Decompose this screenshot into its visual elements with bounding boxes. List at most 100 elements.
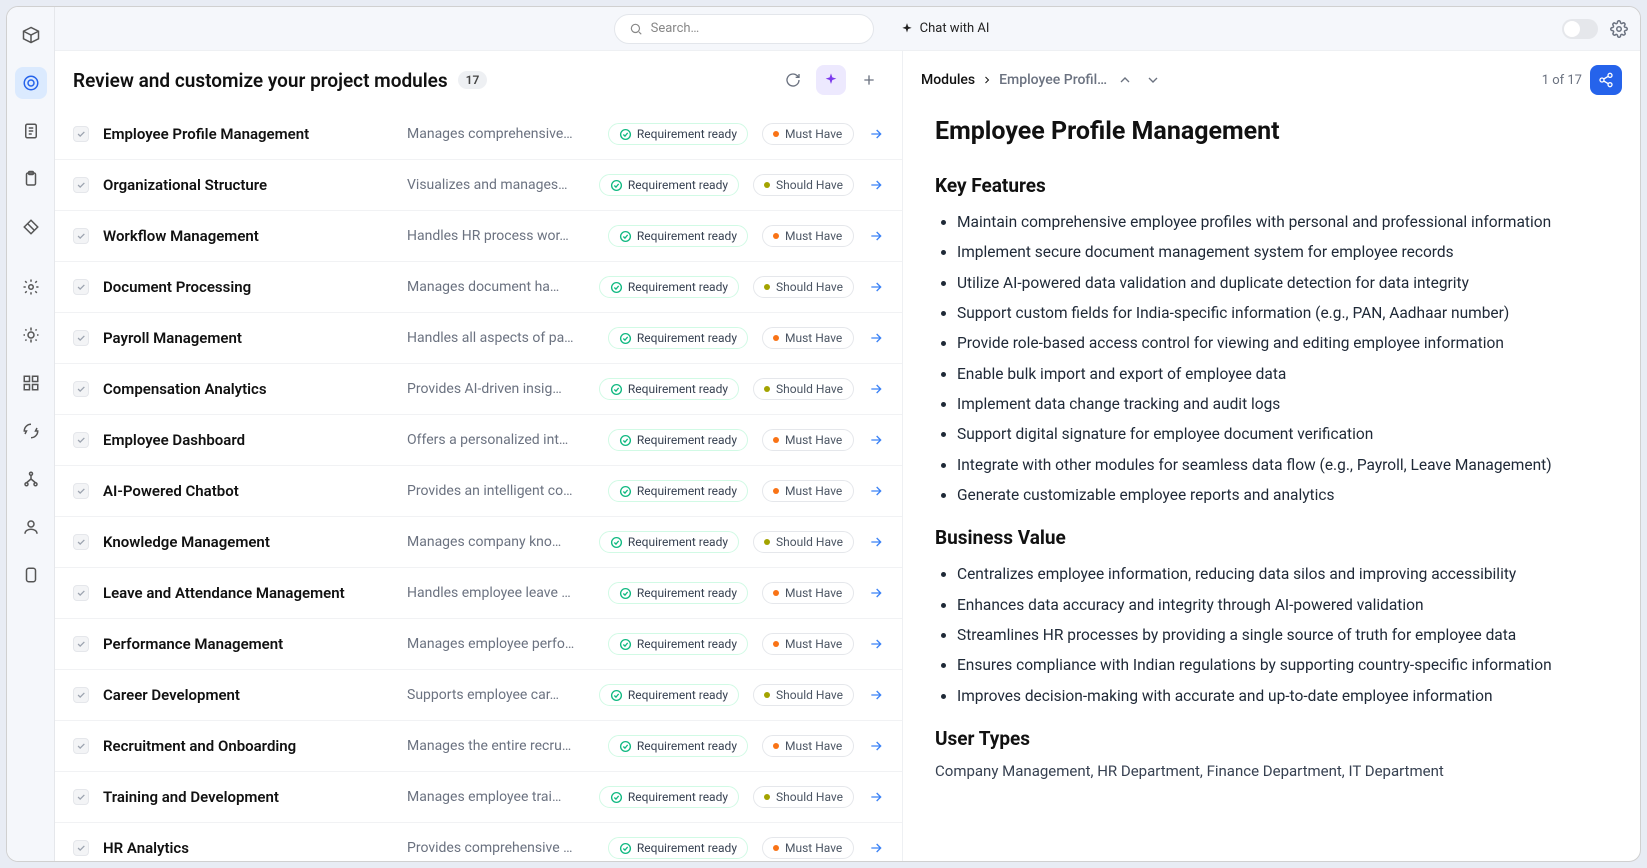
list-item: Implement data change tracking and audit… — [957, 391, 1608, 417]
section-list: Centralizes employee information, reduci… — [935, 561, 1608, 709]
priority-badge: Must Have — [762, 837, 854, 859]
gear-icon — [1610, 20, 1628, 38]
module-row[interactable]: Payroll ManagementHandles all aspects of… — [55, 313, 902, 364]
status-badge: Requirement ready — [599, 378, 739, 400]
checkbox[interactable] — [73, 840, 89, 856]
module-desc: Manages company kno… — [407, 534, 585, 550]
module-row[interactable]: Compensation AnalyticsProvides AI-driven… — [55, 364, 902, 415]
checkbox[interactable] — [73, 228, 89, 244]
sidebar-item-user[interactable] — [15, 511, 47, 543]
open-module-button[interactable] — [868, 228, 884, 244]
section-heading: Business Value — [935, 526, 1608, 549]
open-module-button[interactable] — [868, 840, 884, 856]
list-item: Ensures compliance with Indian regulatio… — [957, 652, 1608, 678]
priority-badge: Must Have — [762, 123, 854, 145]
sidebar-item-settings[interactable] — [15, 271, 47, 303]
module-row[interactable]: Performance ManagementManages employee p… — [55, 619, 902, 670]
open-module-button[interactable] — [868, 279, 884, 295]
app-frame: Search… Chat with AI Review and customiz… — [6, 6, 1641, 862]
add-module-button[interactable] — [854, 65, 884, 95]
module-name: Performance Management — [103, 635, 393, 653]
status-badge: Requirement ready — [608, 837, 748, 859]
checkbox[interactable] — [73, 687, 89, 703]
checkbox[interactable] — [73, 534, 89, 550]
module-desc: Manages employee trai… — [407, 789, 585, 805]
priority-badge: Should Have — [753, 378, 854, 400]
sidebar-item-modules[interactable] — [15, 67, 47, 99]
open-module-button[interactable] — [868, 636, 884, 652]
logo-icon[interactable] — [15, 19, 47, 51]
ai-generate-button[interactable] — [816, 65, 846, 95]
open-module-button[interactable] — [868, 381, 884, 397]
module-desc: Provides AI-driven insig… — [407, 381, 585, 397]
sidebar-item-automation[interactable] — [15, 415, 47, 447]
open-module-button[interactable] — [868, 330, 884, 346]
checkbox[interactable] — [73, 585, 89, 601]
checkbox[interactable] — [73, 381, 89, 397]
module-row[interactable]: Document ProcessingManages document ha…R… — [55, 262, 902, 313]
open-module-button[interactable] — [868, 687, 884, 703]
checkbox[interactable] — [73, 279, 89, 295]
checkbox[interactable] — [73, 126, 89, 142]
module-desc: Handles employee leave … — [407, 585, 594, 601]
list-item: Generate customizable employee reports a… — [957, 482, 1608, 508]
module-row[interactable]: Training and Development Manages employee… — [55, 772, 902, 823]
module-row[interactable]: HR AnalyticsProvides comprehensive …Requ… — [55, 823, 902, 861]
checkbox[interactable] — [73, 789, 89, 805]
chevron-right-icon — [981, 74, 993, 86]
checkbox[interactable] — [73, 636, 89, 652]
next-module-button[interactable] — [1143, 70, 1163, 90]
sidebar-item-clipboard[interactable] — [15, 163, 47, 195]
sidebar — [7, 7, 55, 861]
list-item: Maintain comprehensive employee profiles… — [957, 209, 1608, 235]
prev-module-button[interactable] — [1115, 70, 1135, 90]
search-input[interactable]: Search… — [614, 14, 874, 44]
checkbox[interactable] — [73, 177, 89, 193]
module-row[interactable]: Leave and Attendance ManagementHandles e… — [55, 568, 902, 619]
checkbox[interactable] — [73, 432, 89, 448]
module-desc: Manages comprehensive… — [407, 126, 594, 142]
open-module-button[interactable] — [868, 126, 884, 142]
sidebar-item-tags[interactable] — [15, 211, 47, 243]
checkbox[interactable] — [73, 483, 89, 499]
checkbox[interactable] — [73, 330, 89, 346]
share-button[interactable] — [1590, 65, 1622, 95]
open-module-button[interactable] — [868, 177, 884, 193]
detail-body[interactable]: Employee Profile ManagementKey FeaturesM… — [903, 109, 1640, 861]
open-module-button[interactable] — [868, 432, 884, 448]
open-module-button[interactable] — [868, 585, 884, 601]
module-row[interactable]: Knowledge ManagementManages company kno…… — [55, 517, 902, 568]
status-badge: Requirement ready — [599, 174, 739, 196]
refresh-button[interactable] — [778, 65, 808, 95]
module-name: Training and Development — [103, 788, 393, 806]
module-name: Career Development — [103, 686, 393, 704]
checkbox[interactable] — [73, 738, 89, 754]
module-row[interactable]: Recruitment and OnboardingManages the en… — [55, 721, 902, 772]
list-item: Integrate with other modules for seamles… — [957, 452, 1608, 478]
priority-badge: Should Have — [753, 276, 854, 298]
sidebar-item-apps[interactable] — [15, 367, 47, 399]
theme-toggle[interactable] — [1562, 19, 1598, 39]
module-row[interactable]: Workflow ManagementHandles HR process wo… — [55, 211, 902, 262]
module-row[interactable]: Employee DashboardOffers a personalized … — [55, 415, 902, 466]
sidebar-item-integrations[interactable] — [15, 319, 47, 351]
settings-button[interactable] — [1610, 20, 1628, 38]
breadcrumb-root[interactable]: Modules — [921, 72, 975, 88]
open-module-button[interactable] — [868, 789, 884, 805]
module-row[interactable]: Organizational StructureVisualizes and m… — [55, 160, 902, 211]
open-module-button[interactable] — [868, 483, 884, 499]
module-name: Payroll Management — [103, 329, 393, 347]
modules-list[interactable]: Employee Profile ManagementManages compr… — [55, 109, 902, 861]
module-desc: Provides an intelligent co… — [407, 483, 594, 499]
module-row[interactable]: Employee Profile ManagementManages compr… — [55, 109, 902, 160]
module-row[interactable]: Career DevelopmentSupports employee car…… — [55, 670, 902, 721]
sidebar-item-org[interactable] — [15, 463, 47, 495]
open-module-button[interactable] — [868, 738, 884, 754]
module-desc: Offers a personalized int… — [407, 432, 594, 448]
sidebar-item-doc[interactable] — [15, 115, 47, 147]
module-row[interactable]: AI-Powered ChatbotProvides an intelligen… — [55, 466, 902, 517]
sidebar-item-archive[interactable] — [15, 559, 47, 591]
chat-ai-button[interactable]: Chat with AI — [886, 14, 1004, 44]
open-module-button[interactable] — [868, 534, 884, 550]
status-badge: Requirement ready — [599, 531, 739, 553]
